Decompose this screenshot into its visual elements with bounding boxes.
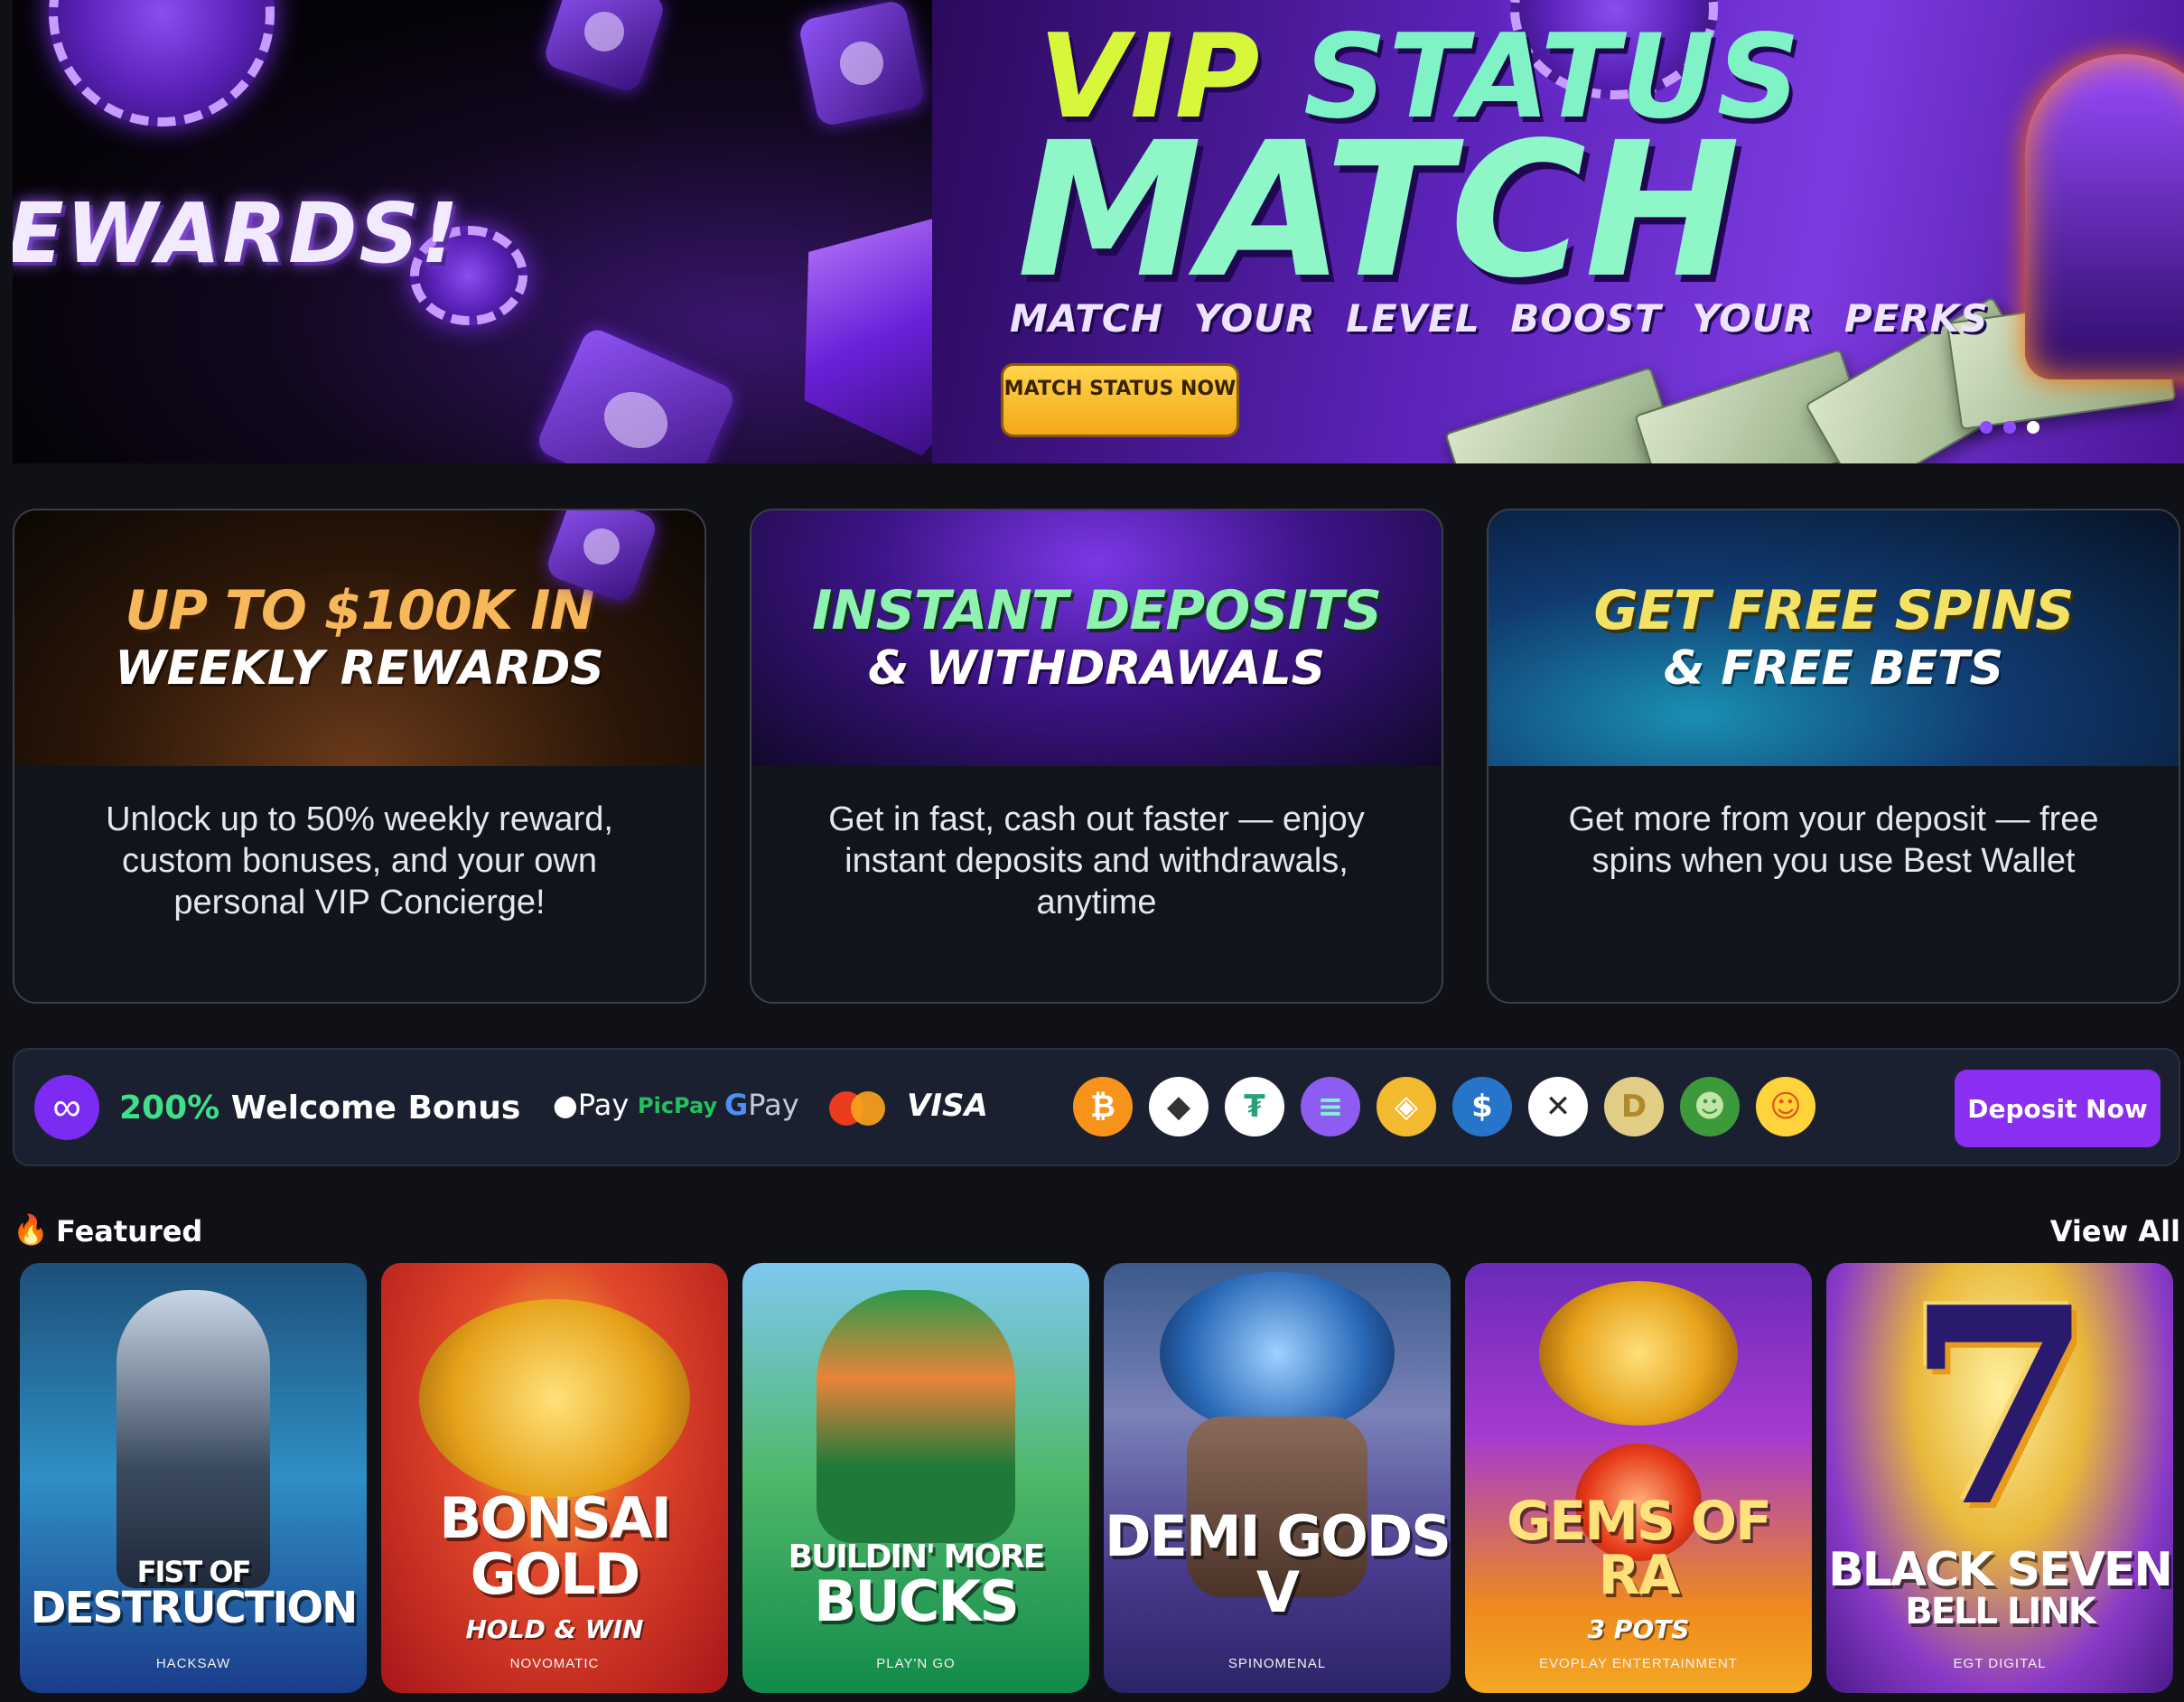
- dice-graphic: [797, 0, 927, 128]
- dice-graphic: [534, 324, 738, 463]
- pepe-icon: ☻: [1680, 1077, 1740, 1136]
- weekly-rewards-card[interactable]: UP TO $100K IN WEEKLY REWARDS Unlock up …: [13, 509, 706, 1004]
- game-tile-fist-of-destruction[interactable]: FIST OF DESTRUCTION HACKSAW: [20, 1263, 367, 1693]
- card-banner: GET FREE SPINS & FREE BETS: [1489, 510, 2179, 766]
- game-title-line2: BUCKS: [814, 1568, 1020, 1634]
- ethereum-icon: ◆: [1149, 1077, 1209, 1136]
- shiba-icon: ☺: [1756, 1077, 1815, 1136]
- google-pay-icon: GPay: [724, 1088, 799, 1122]
- game-provider: SPINOMENAL: [1227, 1656, 1327, 1671]
- sun-disc-graphic: [1539, 1281, 1738, 1426]
- game-title: BLACK SEVEN BELL LINK: [1826, 1547, 2173, 1630]
- card-description: Get in fast, cash out faster — enjoy ins…: [828, 800, 1365, 921]
- card-description: Unlock up to 50% weekly reward, custom b…: [106, 800, 613, 921]
- warrior-graphic: [117, 1290, 270, 1588]
- hero-active-slide[interactable]: VIP STATUS MATCH MATCH YOUR LEVEL BOOST …: [932, 0, 2184, 463]
- welcome-bonus-strip: ∞ 200% Welcome Bonus ●Pay PicPay GPay VI…: [13, 1048, 2180, 1166]
- game-title: FIST OF DESTRUCTION: [20, 1557, 367, 1630]
- game-subtitle: HOLD & WIN: [465, 1614, 644, 1644]
- instant-deposits-card[interactable]: INSTANT DEPOSITS & WITHDRAWALS Get in fa…: [750, 509, 1443, 1004]
- card-description: Get more from your deposit — free spins …: [1568, 800, 2099, 880]
- card-subtitle: & WITHDRAWALS: [867, 641, 1326, 697]
- game-provider: EVOPLAY ENTERTAINMENT: [1539, 1656, 1738, 1671]
- usdc-icon: $: [1452, 1077, 1512, 1136]
- welcome-bonus-text: 200% Welcome Bonus: [119, 1089, 520, 1127]
- carousel-dots: [1980, 421, 2039, 434]
- carousel-dot[interactable]: [2003, 421, 2016, 434]
- featured-games-row: FIST OF DESTRUCTION HACKSAW BONSAI GOLD H…: [20, 1263, 2184, 1693]
- carousel-dot-active[interactable]: [2027, 421, 2039, 434]
- google-pay-label: Pay: [748, 1088, 799, 1122]
- hero-title-match: MATCH: [1017, 102, 1741, 319]
- fire-icon: 🔥: [13, 1213, 49, 1246]
- game-provider: PLAY'N GO: [876, 1656, 956, 1671]
- solana-icon: ≡: [1301, 1077, 1360, 1136]
- card-banner: INSTANT DEPOSITS & WITHDRAWALS: [751, 510, 1442, 766]
- card-title: INSTANT DEPOSITS: [812, 579, 1382, 643]
- dogecoin-icon: D: [1604, 1077, 1664, 1136]
- view-all-link[interactable]: View All: [2050, 1214, 2180, 1248]
- game-title-line2: DESTRUCTION: [30, 1583, 359, 1633]
- hero-previous-slide: EWARDS!: [13, 0, 932, 463]
- game-title: GEMS OF RA: [1506, 1490, 1772, 1607]
- card-banner: UP TO $100K IN WEEKLY REWARDS: [14, 510, 705, 766]
- deposit-now-button[interactable]: Deposit Now: [1955, 1070, 2161, 1147]
- game-tile-black-seven[interactable]: 7 BLACK SEVEN BELL LINK EGT DIGITAL: [1826, 1263, 2173, 1693]
- leprechaun-graphic: [817, 1290, 1015, 1543]
- hero-left-text: EWARDS!: [13, 185, 461, 282]
- apple-pay-label: Pay: [577, 1088, 630, 1122]
- game-title-line2: BELL LINK: [1905, 1591, 2096, 1632]
- gem-graphic: [756, 174, 932, 463]
- slot-machine-graphic: [2025, 54, 2184, 379]
- carousel-dot[interactable]: [1980, 421, 1993, 434]
- game-tile-gems-of-ra[interactable]: GEMS OF RA 3 POTS EVOPLAY ENTERTAINMENT: [1465, 1263, 1812, 1693]
- golden-tree-graphic: [419, 1299, 690, 1498]
- globe-graphic: [1160, 1272, 1395, 1435]
- brand-logo-icon: ∞: [34, 1075, 99, 1140]
- game-subtitle: 3 POTS: [1587, 1614, 1690, 1644]
- game-tile-demi-gods-v[interactable]: DEMI GODS V SPINOMENAL: [1104, 1263, 1451, 1693]
- card-title: GET FREE SPINS: [1593, 579, 2074, 643]
- casino-chip-graphic: [49, 0, 275, 126]
- game-title: BUILDIN' MORE BUCKS: [742, 1541, 1089, 1630]
- dice-graphic: [541, 0, 667, 95]
- bitcoin-icon: ₿: [1073, 1077, 1133, 1136]
- game-provider: NOVOMATIC: [509, 1656, 600, 1671]
- visa-icon: VISA: [907, 1088, 988, 1124]
- match-status-button[interactable]: MATCH STATUS NOW: [1001, 363, 1239, 437]
- bonus-label: Welcome Bonus: [230, 1089, 521, 1127]
- google-g-label: G: [724, 1088, 749, 1122]
- mastercard-icon: [829, 1091, 885, 1126]
- hero-carousel[interactable]: EWARDS! VIP STATUS MATCH MATCH YOUR LEVE…: [13, 0, 2184, 463]
- apple-pay-icon: ●Pay: [553, 1088, 630, 1122]
- game-title-line1: BLACK SEVEN: [1828, 1543, 2173, 1597]
- xrp-icon: ✕: [1528, 1077, 1588, 1136]
- hero-subtitle: MATCH YOUR LEVEL BOOST YOUR PERKS: [1010, 296, 1989, 341]
- seven-graphic: 7: [1905, 1263, 2095, 1566]
- feature-cards: UP TO $100K IN WEEKLY REWARDS Unlock up …: [13, 509, 2180, 1004]
- card-title: UP TO $100K IN: [125, 579, 594, 643]
- featured-header: 🔥 Featured View All: [13, 1207, 2180, 1252]
- game-title: DEMI GODS V: [1105, 1503, 1451, 1625]
- featured-title: Featured: [56, 1214, 203, 1248]
- game-provider: HACKSAW: [155, 1656, 231, 1671]
- crypto-icons: ₿ ◆ ₮ ≡ ◈ $ ✕ D ☻ ☺: [1073, 1077, 1815, 1136]
- game-tile-buildin-more-bucks[interactable]: BUILDIN' MORE BUCKS PLAY'N GO: [742, 1263, 1089, 1693]
- game-tile-bonsai-gold[interactable]: BONSAI GOLD HOLD & WIN NOVOMATIC: [381, 1263, 728, 1693]
- bnb-icon: ◈: [1377, 1077, 1436, 1136]
- card-subtitle: & FREE BETS: [1663, 641, 2004, 697]
- game-title: BONSAI GOLD: [439, 1485, 672, 1607]
- free-spins-card[interactable]: GET FREE SPINS & FREE BETS Get more from…: [1487, 509, 2180, 1004]
- game-provider: EGT DIGITAL: [1953, 1656, 2047, 1671]
- picpay-icon: PicPay: [638, 1093, 718, 1118]
- card-subtitle: WEEKLY REWARDS: [115, 641, 604, 697]
- tether-icon: ₮: [1225, 1077, 1284, 1136]
- bonus-percentage: 200%: [119, 1089, 220, 1127]
